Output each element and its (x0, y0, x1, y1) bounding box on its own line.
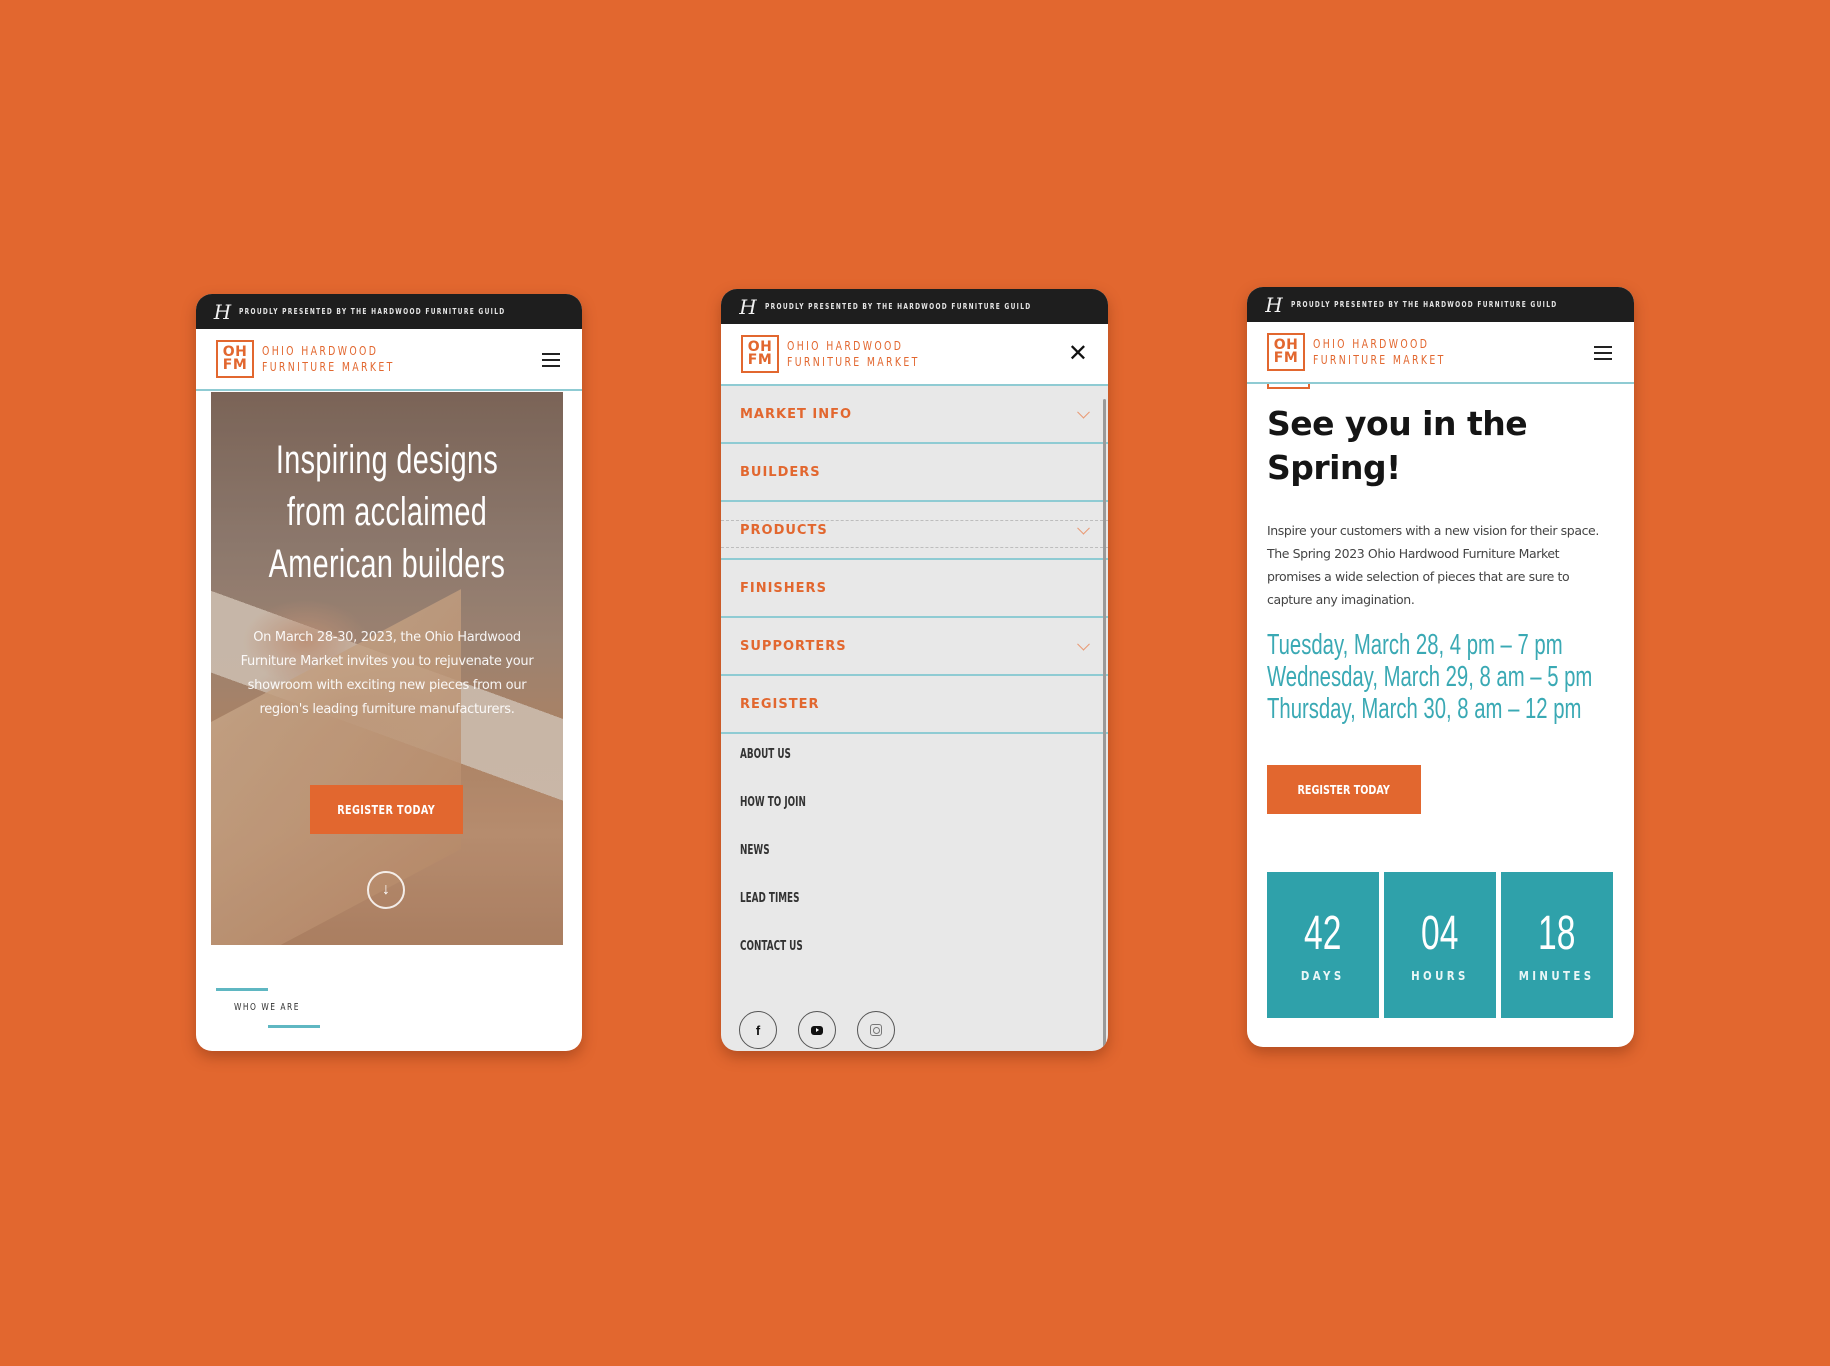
nav-item-market-info[interactable]: MARKET INFO (721, 386, 1108, 444)
site-name-line1: OHIO HARDWOOD (787, 339, 904, 353)
guild-logo-icon: H (213, 299, 232, 324)
scrolled-logo-fragment (1267, 384, 1310, 389)
site-name-line2: FURNITURE MARKET (1313, 353, 1446, 367)
site-name-line1: OHIO HARDWOOD (262, 344, 379, 358)
chevron-down-icon[interactable] (1077, 405, 1090, 419)
section-label-who-we-are: WHO WE ARE (234, 1002, 300, 1013)
nav-item-supporters[interactable]: SUPPORTERS (721, 618, 1108, 676)
youtube-glyph (811, 1025, 823, 1035)
schedule-day-1: Tuesday, March 28, 4 pm – 7 pm (1267, 629, 1563, 661)
countdown-days: 42 DAYS (1267, 872, 1379, 1018)
event-schedule: Tuesday, March 28, 4 pm – 7 pm Wednesday… (1267, 629, 1634, 725)
site-header: OH FM OHIO HARDWOOD FURNITURE MARKET (196, 329, 582, 391)
phone-menu-screen: H PROUDLY PRESENTED BY THE HARDWOOD FURN… (721, 289, 1108, 1051)
close-icon[interactable]: ✕ (1068, 342, 1088, 366)
nav-item-label: FINISHERS (740, 580, 827, 596)
hero-description: On March 28-30, 2023, the Ohio Hardwood … (240, 630, 534, 717)
site-name-line2: FURNITURE MARKET (262, 360, 395, 374)
countdown-hours: 04 HOURS (1384, 872, 1496, 1018)
hamburger-menu-icon[interactable] (1594, 346, 1612, 360)
menu-scrollbar[interactable] (1103, 399, 1106, 1049)
countdown-value: 18 (1538, 907, 1576, 960)
section-divider-bottom (268, 1025, 320, 1028)
link-lead-times[interactable]: LEAD TIMES (740, 891, 806, 939)
register-today-button[interactable]: REGISTER TODAY (1267, 765, 1421, 814)
chevron-down-icon[interactable] (1077, 521, 1090, 535)
link-about-us[interactable]: ABOUT US (740, 747, 806, 795)
ohfm-logo-icon[interactable]: OH FM (216, 340, 254, 378)
youtube-icon[interactable] (798, 1011, 836, 1049)
nav-item-finishers[interactable]: FINISHERS (721, 560, 1108, 618)
hero-section: Inspiring designs from acclaimed America… (211, 392, 563, 945)
arrow-down-circle-icon[interactable]: ↓ (367, 871, 405, 909)
event-description: Inspire your customers with a new vision… (1267, 523, 1599, 607)
register-today-label: REGISTER TODAY (337, 802, 436, 817)
guild-banner: H PROUDLY PRESENTED BY THE HARDWOOD FURN… (721, 289, 1108, 324)
schedule-day-2: Wednesday, March 29, 8 am – 5 pm (1267, 661, 1593, 693)
guild-tagline: PROUDLY PRESENTED BY THE HARDWOOD FURNIT… (1290, 300, 1558, 309)
section-divider-top (216, 988, 268, 991)
instagram-icon[interactable] (857, 1011, 895, 1049)
guild-logo-icon: H (739, 294, 757, 319)
countdown-value: 04 (1421, 907, 1459, 960)
site-name[interactable]: OHIO HARDWOOD FURNITURE MARKET (1313, 336, 1446, 368)
countdown-unit: DAYS (1301, 969, 1345, 983)
nav-item-products[interactable]: PRODUCTS (721, 502, 1108, 560)
hamburger-menu-icon[interactable] (542, 353, 560, 367)
secondary-nav: ABOUT US HOW TO JOIN NEWS LEAD TIMES CON… (740, 747, 837, 987)
guild-tagline: PROUDLY PRESENTED BY THE HARDWOOD FURNIT… (239, 307, 506, 316)
site-name-line1: OHIO HARDWOOD (1313, 337, 1430, 351)
nav-item-register[interactable]: REGISTER (721, 676, 1108, 734)
register-today-button[interactable]: REGISTER TODAY (310, 785, 463, 834)
guild-banner: H PROUDLY PRESENTED BY THE HARDWOOD FURN… (196, 294, 582, 329)
schedule-day-3: Thursday, March 30, 8 am – 12 pm (1267, 693, 1582, 725)
nav-item-label: SUPPORTERS (740, 638, 847, 654)
phone-home-screen: H PROUDLY PRESENTED BY THE HARDWOOD FURN… (196, 294, 582, 1051)
link-news[interactable]: NEWS (740, 843, 806, 891)
logo-mark-bottom: FM (1273, 350, 1299, 366)
site-name[interactable]: OHIO HARDWOOD FURNITURE MARKET (262, 343, 395, 375)
facebook-icon[interactable]: f (739, 1011, 777, 1049)
site-header: OH FM OHIO HARDWOOD FURNITURE MARKET ✕ (721, 324, 1108, 386)
countdown-timer: 42 DAYS 04 HOURS 18 MINUTES (1267, 872, 1613, 1018)
logo-mark-bottom: FM (747, 352, 773, 368)
hero-title: Inspiring designs from acclaimed America… (268, 438, 506, 586)
guild-logo-icon: H (1265, 292, 1283, 317)
nav-item-label: REGISTER (740, 696, 820, 712)
ohfm-logo-icon[interactable]: OH FM (1267, 333, 1305, 371)
instagram-glyph (870, 1024, 882, 1036)
site-header: OH FM OHIO HARDWOOD FURNITURE MARKET (1247, 322, 1634, 384)
facebook-glyph: f (755, 1022, 761, 1038)
primary-nav: MARKET INFO BUILDERS PRODUCTS FINISHERS … (721, 386, 1108, 734)
countdown-minutes: 18 MINUTES (1501, 872, 1613, 1018)
guild-tagline: PROUDLY PRESENTED BY THE HARDWOOD FURNIT… (764, 302, 1032, 311)
social-links: f (739, 1011, 895, 1049)
nav-item-label: MARKET INFO (740, 406, 853, 422)
site-name-line2: FURNITURE MARKET (787, 355, 920, 369)
guild-banner: H PROUDLY PRESENTED BY THE HARDWOOD FURN… (1247, 287, 1634, 322)
site-name[interactable]: OHIO HARDWOOD FURNITURE MARKET (787, 338, 920, 370)
link-how-to-join[interactable]: HOW TO JOIN (740, 795, 806, 843)
countdown-unit: HOURS (1411, 969, 1469, 983)
register-today-label: REGISTER TODAY (1297, 782, 1391, 797)
logo-mark-bottom: FM (222, 357, 248, 373)
event-title: See you in the Spring! (1267, 404, 1528, 487)
phone-event-screen: H PROUDLY PRESENTED BY THE HARDWOOD FURN… (1247, 287, 1634, 1047)
ohfm-logo-icon[interactable]: OH FM (741, 335, 779, 373)
nav-item-label: PRODUCTS (740, 522, 828, 538)
nav-item-label: BUILDERS (740, 464, 821, 480)
countdown-unit: MINUTES (1519, 969, 1595, 983)
nav-item-builders[interactable]: BUILDERS (721, 444, 1108, 502)
link-contact-us[interactable]: CONTACT US (740, 939, 806, 987)
chevron-down-icon[interactable] (1077, 637, 1090, 651)
countdown-value: 42 (1304, 907, 1342, 960)
